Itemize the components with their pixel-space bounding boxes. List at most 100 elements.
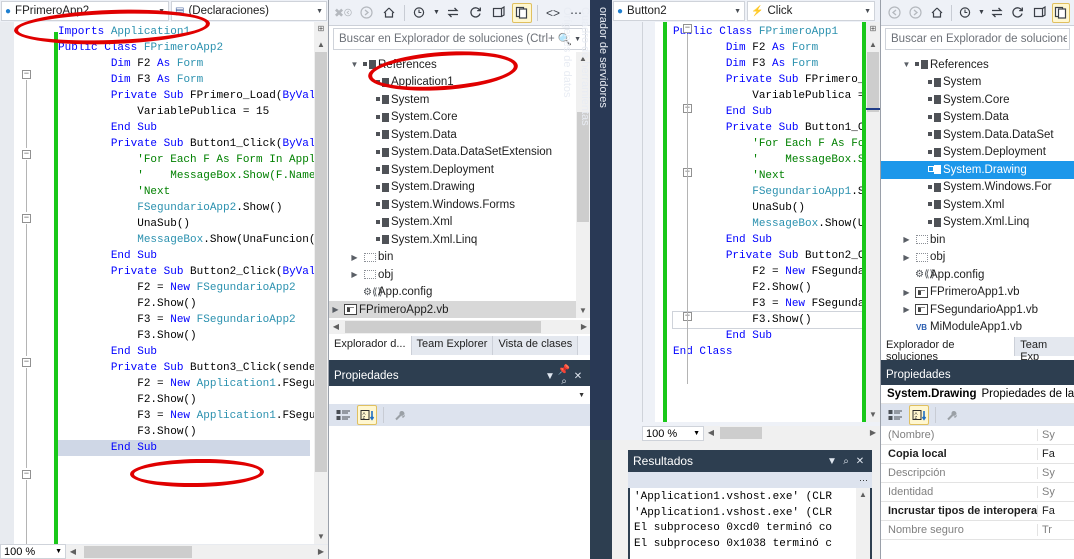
forward-icon[interactable] <box>356 3 376 23</box>
sync-icon[interactable] <box>988 3 1006 23</box>
outline-toggle[interactable]: − <box>22 358 31 367</box>
property-value[interactable]: Fa <box>1038 448 1055 460</box>
chevron-down-icon[interactable]: ▼ <box>730 8 741 15</box>
tree-item[interactable]: ▶ obj <box>329 266 577 284</box>
tree-item[interactable]: ▶ FSegundarioApp1.vb <box>881 301 1074 319</box>
tree-item[interactable]: ▼ References <box>881 56 1074 74</box>
back-icon[interactable] <box>885 3 903 23</box>
property-row[interactable]: (Nombre) Sy <box>881 426 1074 445</box>
tree-item[interactable]: System.Xml <box>329 214 577 232</box>
home-icon[interactable] <box>379 3 399 23</box>
tree-item[interactable]: System.Windows.Forms <box>329 196 577 214</box>
forward-icon[interactable] <box>906 3 924 23</box>
scroll-down-arrow[interactable]: ▼ <box>866 408 880 422</box>
back-icon[interactable]: ✖​ <box>333 3 353 23</box>
alphabetical-icon[interactable]: AZ <box>357 405 377 425</box>
chevron-right-icon[interactable]: ▶ <box>900 305 913 314</box>
chevron-down-icon[interactable]: ▼ <box>900 60 913 69</box>
tree-item[interactable]: System.Core <box>329 109 577 127</box>
right-solution-explorer-tabs[interactable]: Explorador de soluciones Team Exp <box>881 337 1074 363</box>
tree-item[interactable]: System.Data <box>881 109 1074 127</box>
tree-item[interactable]: System <box>329 91 577 109</box>
property-value[interactable]: Fa <box>1038 505 1055 517</box>
scroll-right-arrow[interactable]: ▶ <box>314 545 328 559</box>
tree-item[interactable]: System.Deployment <box>881 144 1074 162</box>
left-solution-tree[interactable]: ▼ References Application1 System System.Core… <box>329 52 577 318</box>
property-value[interactable]: Sy <box>1038 486 1055 498</box>
tree-item[interactable]: System.Xml.Linq <box>329 231 577 249</box>
scroll-up-arrow[interactable]: ▲ <box>866 38 880 52</box>
right-code-editor[interactable]: Public Class FPrimeroApp1 Dim F2 As Form… <box>642 22 880 422</box>
autohide-tab[interactable]: Cuadro de herramientas <box>576 0 594 440</box>
tree-item[interactable]: System.Data.DataSet <box>881 126 1074 144</box>
tree-item[interactable]: ⚙​⟪⟫ App.config <box>329 284 577 302</box>
sync-icon[interactable] <box>443 3 463 23</box>
property-row[interactable]: Nombre seguro Tr <box>881 521 1074 540</box>
refresh-icon[interactable] <box>466 3 486 23</box>
tree-item[interactable]: System.Xml <box>881 196 1074 214</box>
tree-item[interactable]: System.Drawing <box>881 161 1074 179</box>
right-editor-hscrollbar[interactable]: ◀ ▶ <box>704 426 880 440</box>
panel-tab[interactable]: Team Explorer <box>411 336 494 355</box>
left-member-combo[interactable]: ▤ (Declaraciones) ▼ <box>171 1 327 21</box>
tree-item[interactable]: System.Core <box>881 91 1074 109</box>
chevron-down-icon[interactable]: ▼ <box>55 548 62 555</box>
show-all-files-icon[interactable] <box>512 2 532 23</box>
categorized-icon[interactable] <box>885 405 905 425</box>
chevron-down-icon[interactable]: ▼ <box>348 60 361 69</box>
property-pages-icon[interactable] <box>942 405 962 425</box>
chevron-right-icon[interactable]: ▶ <box>348 270 361 279</box>
chevron-down-icon[interactable]: ▼ <box>978 3 985 23</box>
panel-tab[interactable]: Team Exp <box>1015 337 1074 363</box>
right-editor-vscrollbar[interactable]: ⊞ ▲ ▼ <box>866 22 880 422</box>
property-row[interactable]: Identidad Sy <box>881 483 1074 502</box>
tree-item[interactable]: System <box>881 74 1074 92</box>
chevron-down-icon[interactable]: ▼ <box>693 430 700 437</box>
tree-item[interactable]: VB MiModuleApp1.vb <box>881 319 1074 337</box>
tree-item[interactable]: ▶ FPrimeroApp1.vb <box>881 284 1074 302</box>
results-toolbar[interactable]: ⋯ <box>628 472 872 488</box>
left-editor-vscrollbar[interactable]: ⊞ ▲ ▼ <box>314 22 328 544</box>
refresh-icon[interactable] <box>1009 3 1027 23</box>
pending-changes-icon[interactable] <box>410 3 430 23</box>
collapse-all-icon[interactable] <box>489 3 509 23</box>
outline-toggle[interactable]: − <box>22 70 31 79</box>
close-icon[interactable]: ✕ <box>853 456 867 467</box>
left-tree-hscrollbar[interactable]: ◀ ▶ <box>329 320 591 334</box>
tree-item[interactable]: System.Drawing <box>329 179 577 197</box>
tree-item[interactable]: ▼ References <box>329 56 577 74</box>
chevron-down-icon[interactable]: ▼ <box>433 3 440 23</box>
alphabetical-icon[interactable]: AZ <box>909 405 929 425</box>
tree-item[interactable]: System.Data.DataSetExtension <box>329 144 577 162</box>
chevron-down-icon[interactable]: ▼ <box>543 371 557 382</box>
autohide-tab[interactable]: orador de servidores <box>594 0 612 440</box>
property-value[interactable]: Sy <box>1038 429 1055 441</box>
chevron-right-icon[interactable]: ▶ <box>900 288 913 297</box>
property-pages-icon[interactable] <box>390 405 410 425</box>
tree-item[interactable]: ⚙​⟪⟫ App.config <box>881 266 1074 284</box>
outline-toggle[interactable]: − <box>22 470 31 479</box>
pending-changes-icon[interactable] <box>957 3 975 23</box>
outline-toggle[interactable]: − <box>22 150 31 159</box>
chevron-down-icon[interactable]: ▼ <box>860 8 871 15</box>
tree-item[interactable]: Application1 <box>329 74 577 92</box>
pin-icon[interactable]: ⌕ <box>839 456 853 467</box>
left-code-editor[interactable]: Imports Application1 Public Class FPrimer… <box>0 22 328 544</box>
tree-item[interactable]: ▶ bin <box>329 249 577 267</box>
property-value[interactable]: Sy <box>1038 467 1055 479</box>
property-row[interactable]: Copia local Fa <box>881 445 1074 464</box>
tree-item[interactable]: ▶ FPrimeroApp2.vb <box>329 301 577 318</box>
tree-item[interactable]: ▶ obj <box>881 249 1074 267</box>
property-row[interactable]: Descripción Sy <box>881 464 1074 483</box>
right-member-combo[interactable]: ⚡ Click ▼ <box>747 1 875 21</box>
outline-toggle[interactable]: − <box>22 214 31 223</box>
scroll-up-arrow[interactable]: ▲ <box>856 488 870 502</box>
scroll-left-arrow[interactable]: ◀ <box>704 426 718 440</box>
tree-item[interactable]: System.Deployment <box>329 161 577 179</box>
tree-item[interactable]: System.Data <box>329 126 577 144</box>
autohide-tab[interactable]: Orígenes de datos <box>558 0 576 440</box>
chevron-down-icon[interactable]: ▼ <box>312 8 323 15</box>
left-solution-explorer-tabs[interactable]: Explorador d... Team Explorer Vista de cla… <box>329 336 591 355</box>
left-solution-search[interactable]: Buscar en Explorador de soluciones (Ctrl… <box>333 28 586 50</box>
chevron-right-icon[interactable]: ▶ <box>900 253 913 262</box>
